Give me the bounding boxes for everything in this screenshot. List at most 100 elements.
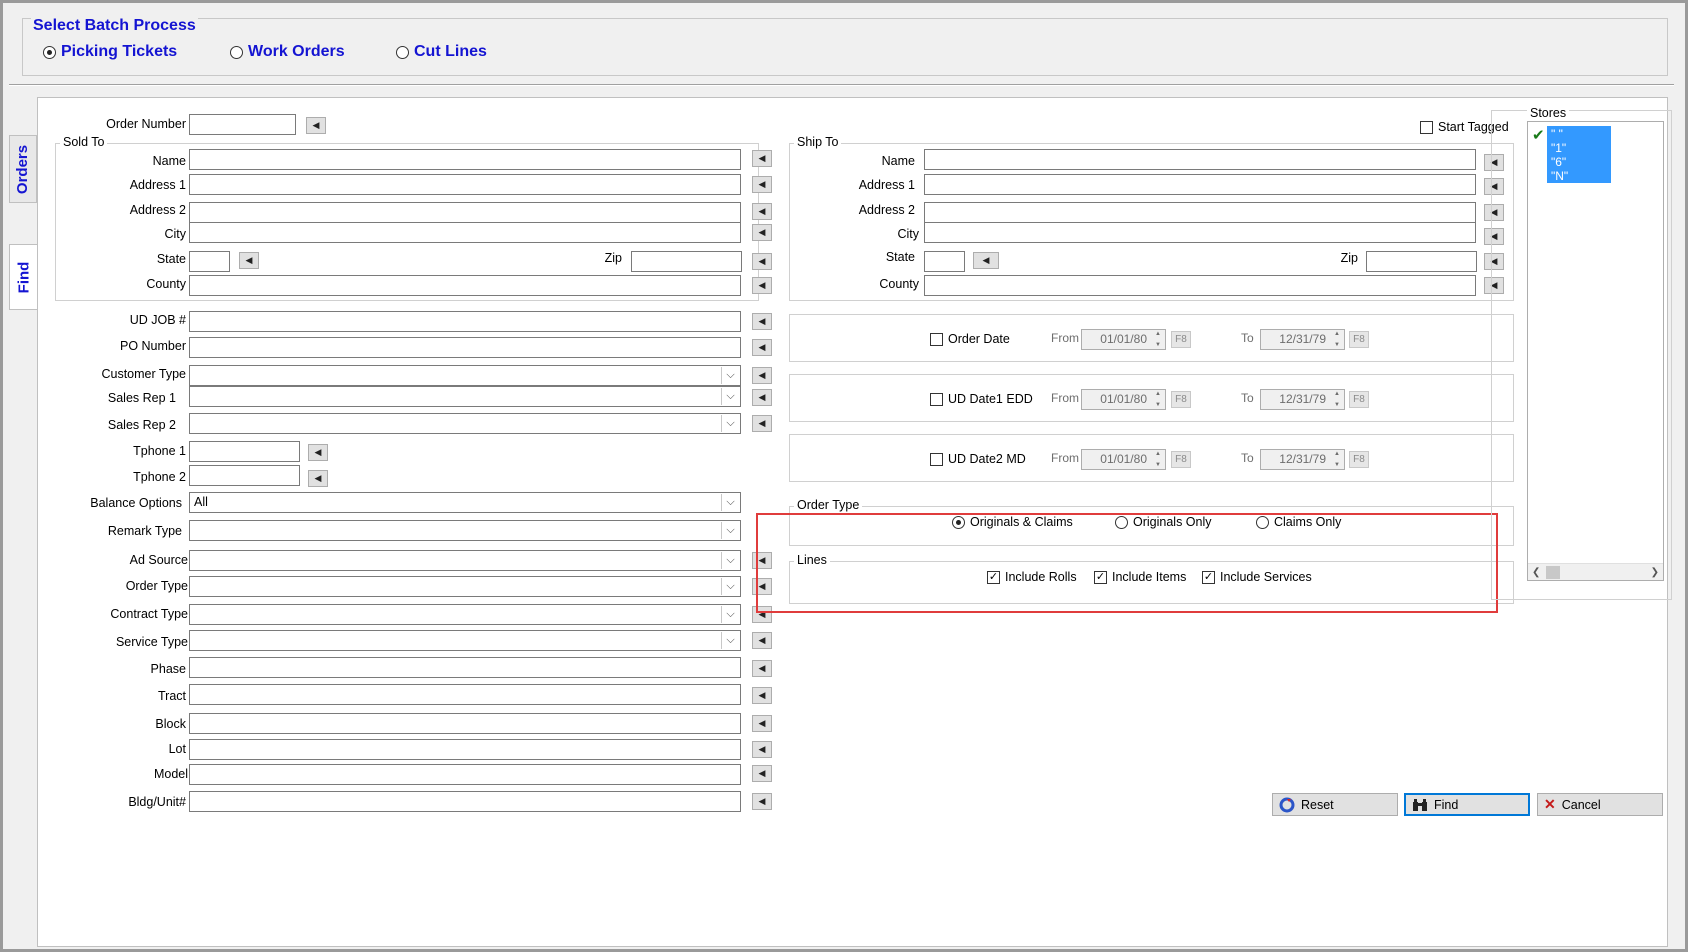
tphone2-arrow-button[interactable]: ◀: [308, 470, 328, 487]
cancel-button[interactable]: ✕ Cancel: [1537, 793, 1663, 816]
scroll-left-icon[interactable]: ❮: [1532, 567, 1540, 578]
order-number-label: Order Number: [106, 117, 186, 131]
store-item[interactable]: "6": [1551, 155, 1607, 169]
lot-input[interactable]: [189, 739, 741, 760]
lot-arrow-button[interactable]: ◀: [752, 741, 772, 758]
sold-to-state-arrow-button[interactable]: ◀: [239, 252, 259, 269]
order-date-to-f8-button[interactable]: F8: [1349, 331, 1369, 348]
sales-rep1-arrow-button[interactable]: ◀: [752, 389, 772, 406]
ud-date2-to-input[interactable]: 12/31/79 ▲ ▼: [1260, 449, 1345, 470]
tphone1-arrow-button[interactable]: ◀: [308, 444, 328, 461]
tab-find[interactable]: Find: [9, 244, 37, 310]
work-orders-radio[interactable]: Work Orders: [230, 43, 345, 61]
balance-options-select[interactable]: All ⌵: [189, 492, 741, 513]
model-arrow-button[interactable]: ◀: [752, 765, 772, 782]
store-item[interactable]: "N": [1551, 169, 1607, 183]
tract-arrow-button[interactable]: ◀: [752, 687, 772, 704]
order-date-to-input[interactable]: 12/31/79 ▲ ▼: [1260, 329, 1345, 350]
picking-tickets-radio[interactable]: Picking Tickets: [43, 43, 177, 61]
ud-job-arrow-button[interactable]: ◀: [752, 313, 772, 330]
ad-source-select[interactable]: ⌵: [189, 550, 741, 571]
contract-type-select[interactable]: ⌵: [189, 604, 741, 625]
store-item[interactable]: " ": [1551, 127, 1607, 141]
store-item[interactable]: "1": [1551, 141, 1607, 155]
sold-to-state-input[interactable]: [189, 251, 230, 272]
order-date-checkbox[interactable]: Order Date: [930, 332, 1010, 346]
ud-date2-checkbox[interactable]: UD Date2 MD: [930, 452, 1026, 466]
block-input[interactable]: [189, 713, 741, 734]
ship-to-address2-input[interactable]: [924, 202, 1476, 223]
ship-to-state-arrow-button[interactable]: ◀: [973, 252, 999, 269]
ud-date1-to-f8-button[interactable]: F8: [1349, 391, 1369, 408]
spinner-icon[interactable]: ▲ ▼: [1331, 451, 1343, 468]
tab-orders[interactable]: Orders: [9, 135, 37, 203]
model-input[interactable]: [189, 764, 741, 785]
sold-to-zip-arrow-button[interactable]: ◀: [752, 253, 772, 270]
sold-to-name-arrow-button[interactable]: ◀: [752, 150, 772, 167]
sold-to-address1-input[interactable]: [189, 174, 741, 195]
sold-to-address2-input[interactable]: [189, 202, 741, 223]
po-number-input[interactable]: [189, 337, 741, 358]
sold-to-address1-arrow-button[interactable]: ◀: [752, 176, 772, 193]
order-number-input[interactable]: [189, 114, 296, 135]
ship-to-city-label: City: [897, 227, 919, 241]
ship-to-state-input[interactable]: [924, 251, 965, 272]
po-number-label: PO Number: [120, 339, 186, 353]
ship-to-title: Ship To: [794, 135, 842, 149]
order-date-from-input[interactable]: 01/01/80 ▲ ▼: [1081, 329, 1166, 350]
spinner-icon[interactable]: ▲ ▼: [1152, 391, 1164, 408]
sold-to-address2-arrow-button[interactable]: ◀: [752, 203, 772, 220]
phase-arrow-button[interactable]: ◀: [752, 660, 772, 677]
ship-to-name-input[interactable]: [924, 149, 1476, 170]
sold-to-name-input[interactable]: [189, 149, 741, 170]
phase-input[interactable]: [189, 657, 741, 678]
po-number-arrow-button[interactable]: ◀: [752, 339, 772, 356]
ship-to-city-input[interactable]: [924, 222, 1476, 243]
sold-to-city-input[interactable]: [189, 222, 741, 243]
sales-rep2-select[interactable]: ⌵: [189, 413, 741, 434]
ship-to-zip-input[interactable]: [1366, 251, 1477, 272]
stores-list[interactable]: ✔ " " "1" "6" "N" ❮ ❯: [1527, 121, 1664, 581]
sales-rep2-arrow-button[interactable]: ◀: [752, 415, 772, 432]
sold-to-city-arrow-button[interactable]: ◀: [752, 224, 772, 241]
scroll-right-icon[interactable]: ❯: [1651, 567, 1659, 578]
sales-rep1-select[interactable]: ⌵: [189, 386, 741, 407]
service-type-select[interactable]: ⌵: [189, 630, 741, 651]
tphone1-input[interactable]: [189, 441, 300, 462]
bldg-unit-arrow-button[interactable]: ◀: [752, 793, 772, 810]
stores-selection[interactable]: " " "1" "6" "N": [1547, 126, 1611, 183]
service-type-arrow-button[interactable]: ◀: [752, 632, 772, 649]
ud-date2-from-input[interactable]: 01/01/80 ▲ ▼: [1081, 449, 1166, 470]
tphone2-input[interactable]: [189, 465, 300, 486]
ud-job-input[interactable]: [189, 311, 741, 332]
remark-type-select[interactable]: ⌵: [189, 520, 741, 541]
tract-input[interactable]: [189, 684, 741, 705]
customer-type-arrow-button[interactable]: ◀: [752, 367, 772, 384]
reset-button[interactable]: Reset: [1272, 793, 1398, 816]
ud-date2-to-f8-button[interactable]: F8: [1349, 451, 1369, 468]
order-number-arrow-button[interactable]: ◀: [306, 117, 326, 134]
horizontal-scrollbar[interactable]: ❮ ❯: [1528, 563, 1663, 580]
spinner-icon[interactable]: ▲ ▼: [1331, 391, 1343, 408]
ud-date1-checkbox[interactable]: UD Date1 EDD: [930, 392, 1033, 406]
ud-date1-to-input[interactable]: 12/31/79 ▲ ▼: [1260, 389, 1345, 410]
find-button[interactable]: Find: [1404, 793, 1530, 816]
spinner-icon[interactable]: ▲ ▼: [1152, 331, 1164, 348]
ship-to-county-input[interactable]: [924, 275, 1476, 296]
ud-date2-from-f8-button[interactable]: F8: [1171, 451, 1191, 468]
sold-to-zip-input[interactable]: [631, 251, 742, 272]
sold-to-county-arrow-button[interactable]: ◀: [752, 277, 772, 294]
sold-to-county-input[interactable]: [189, 275, 741, 296]
scroll-thumb[interactable]: [1546, 565, 1561, 579]
ud-date1-from-input[interactable]: 01/01/80 ▲ ▼: [1081, 389, 1166, 410]
customer-type-select[interactable]: ⌵: [189, 365, 741, 386]
block-arrow-button[interactable]: ◀: [752, 715, 772, 732]
spinner-icon[interactable]: ▲ ▼: [1152, 451, 1164, 468]
bldg-unit-input[interactable]: [189, 791, 741, 812]
ship-to-address1-input[interactable]: [924, 174, 1476, 195]
order-date-from-f8-button[interactable]: F8: [1171, 331, 1191, 348]
order-type-select[interactable]: ⌵: [189, 576, 741, 597]
ud-date1-from-f8-button[interactable]: F8: [1171, 391, 1191, 408]
cut-lines-radio[interactable]: Cut Lines: [396, 43, 487, 61]
spinner-icon[interactable]: ▲ ▼: [1331, 331, 1343, 348]
